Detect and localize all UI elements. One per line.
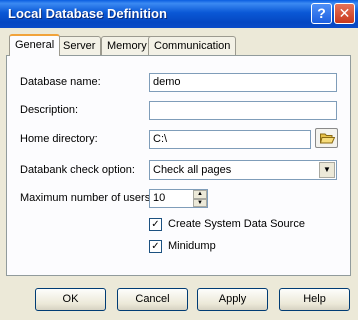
max-users-label: Maximum number of users: [20, 192, 154, 204]
database-name-label: Database name: [20, 76, 101, 88]
dialog-window: Local Database Definition ? ✕ General Se… [0, 0, 358, 320]
tab-communication[interactable]: Communication [148, 36, 237, 55]
browse-folder-button[interactable] [315, 128, 338, 148]
max-users-value[interactable]: 10 [153, 192, 165, 204]
window-title: Local Database Definition [8, 6, 167, 21]
databank-check-select[interactable]: Check all pages ▼ [149, 160, 337, 180]
help-button[interactable]: Help [279, 288, 350, 311]
description-label: Description: [20, 104, 79, 116]
stepper-buttons: ▲ ▼ [193, 190, 207, 207]
tab-general[interactable]: General [9, 34, 61, 56]
ok-button[interactable]: OK [35, 288, 106, 311]
tab-memory[interactable]: Memory [101, 36, 153, 55]
stepper-down-icon[interactable]: ▼ [193, 198, 207, 207]
title-bar[interactable]: Local Database Definition ? ✕ [0, 0, 358, 28]
home-directory-label: Home directory: [20, 133, 98, 145]
databank-check-label: Databank check option: [20, 164, 135, 176]
help-icon[interactable]: ? [311, 3, 332, 24]
databank-check-value: Check all pages [153, 164, 232, 176]
tab-server[interactable]: Server [57, 36, 102, 55]
minidump-checkbox[interactable]: ✓ [149, 240, 162, 253]
close-icon[interactable]: ✕ [334, 3, 355, 24]
chevron-down-icon[interactable]: ▼ [319, 162, 335, 178]
create-system-data-source-checkbox[interactable]: ✓ [149, 218, 162, 231]
description-input[interactable] [149, 101, 337, 120]
database-name-input[interactable]: demo [149, 73, 337, 92]
minidump-label: Minidump [168, 240, 216, 252]
cancel-button[interactable]: Cancel [117, 288, 188, 311]
folder-icon [319, 132, 336, 144]
create-system-data-source-label: Create System Data Source [168, 218, 305, 230]
home-directory-input[interactable]: C:\ [149, 130, 311, 149]
apply-button[interactable]: Apply [197, 288, 268, 311]
stepper-up-icon[interactable]: ▲ [193, 190, 207, 199]
max-users-stepper[interactable]: 10 ▲ ▼ [149, 189, 208, 208]
